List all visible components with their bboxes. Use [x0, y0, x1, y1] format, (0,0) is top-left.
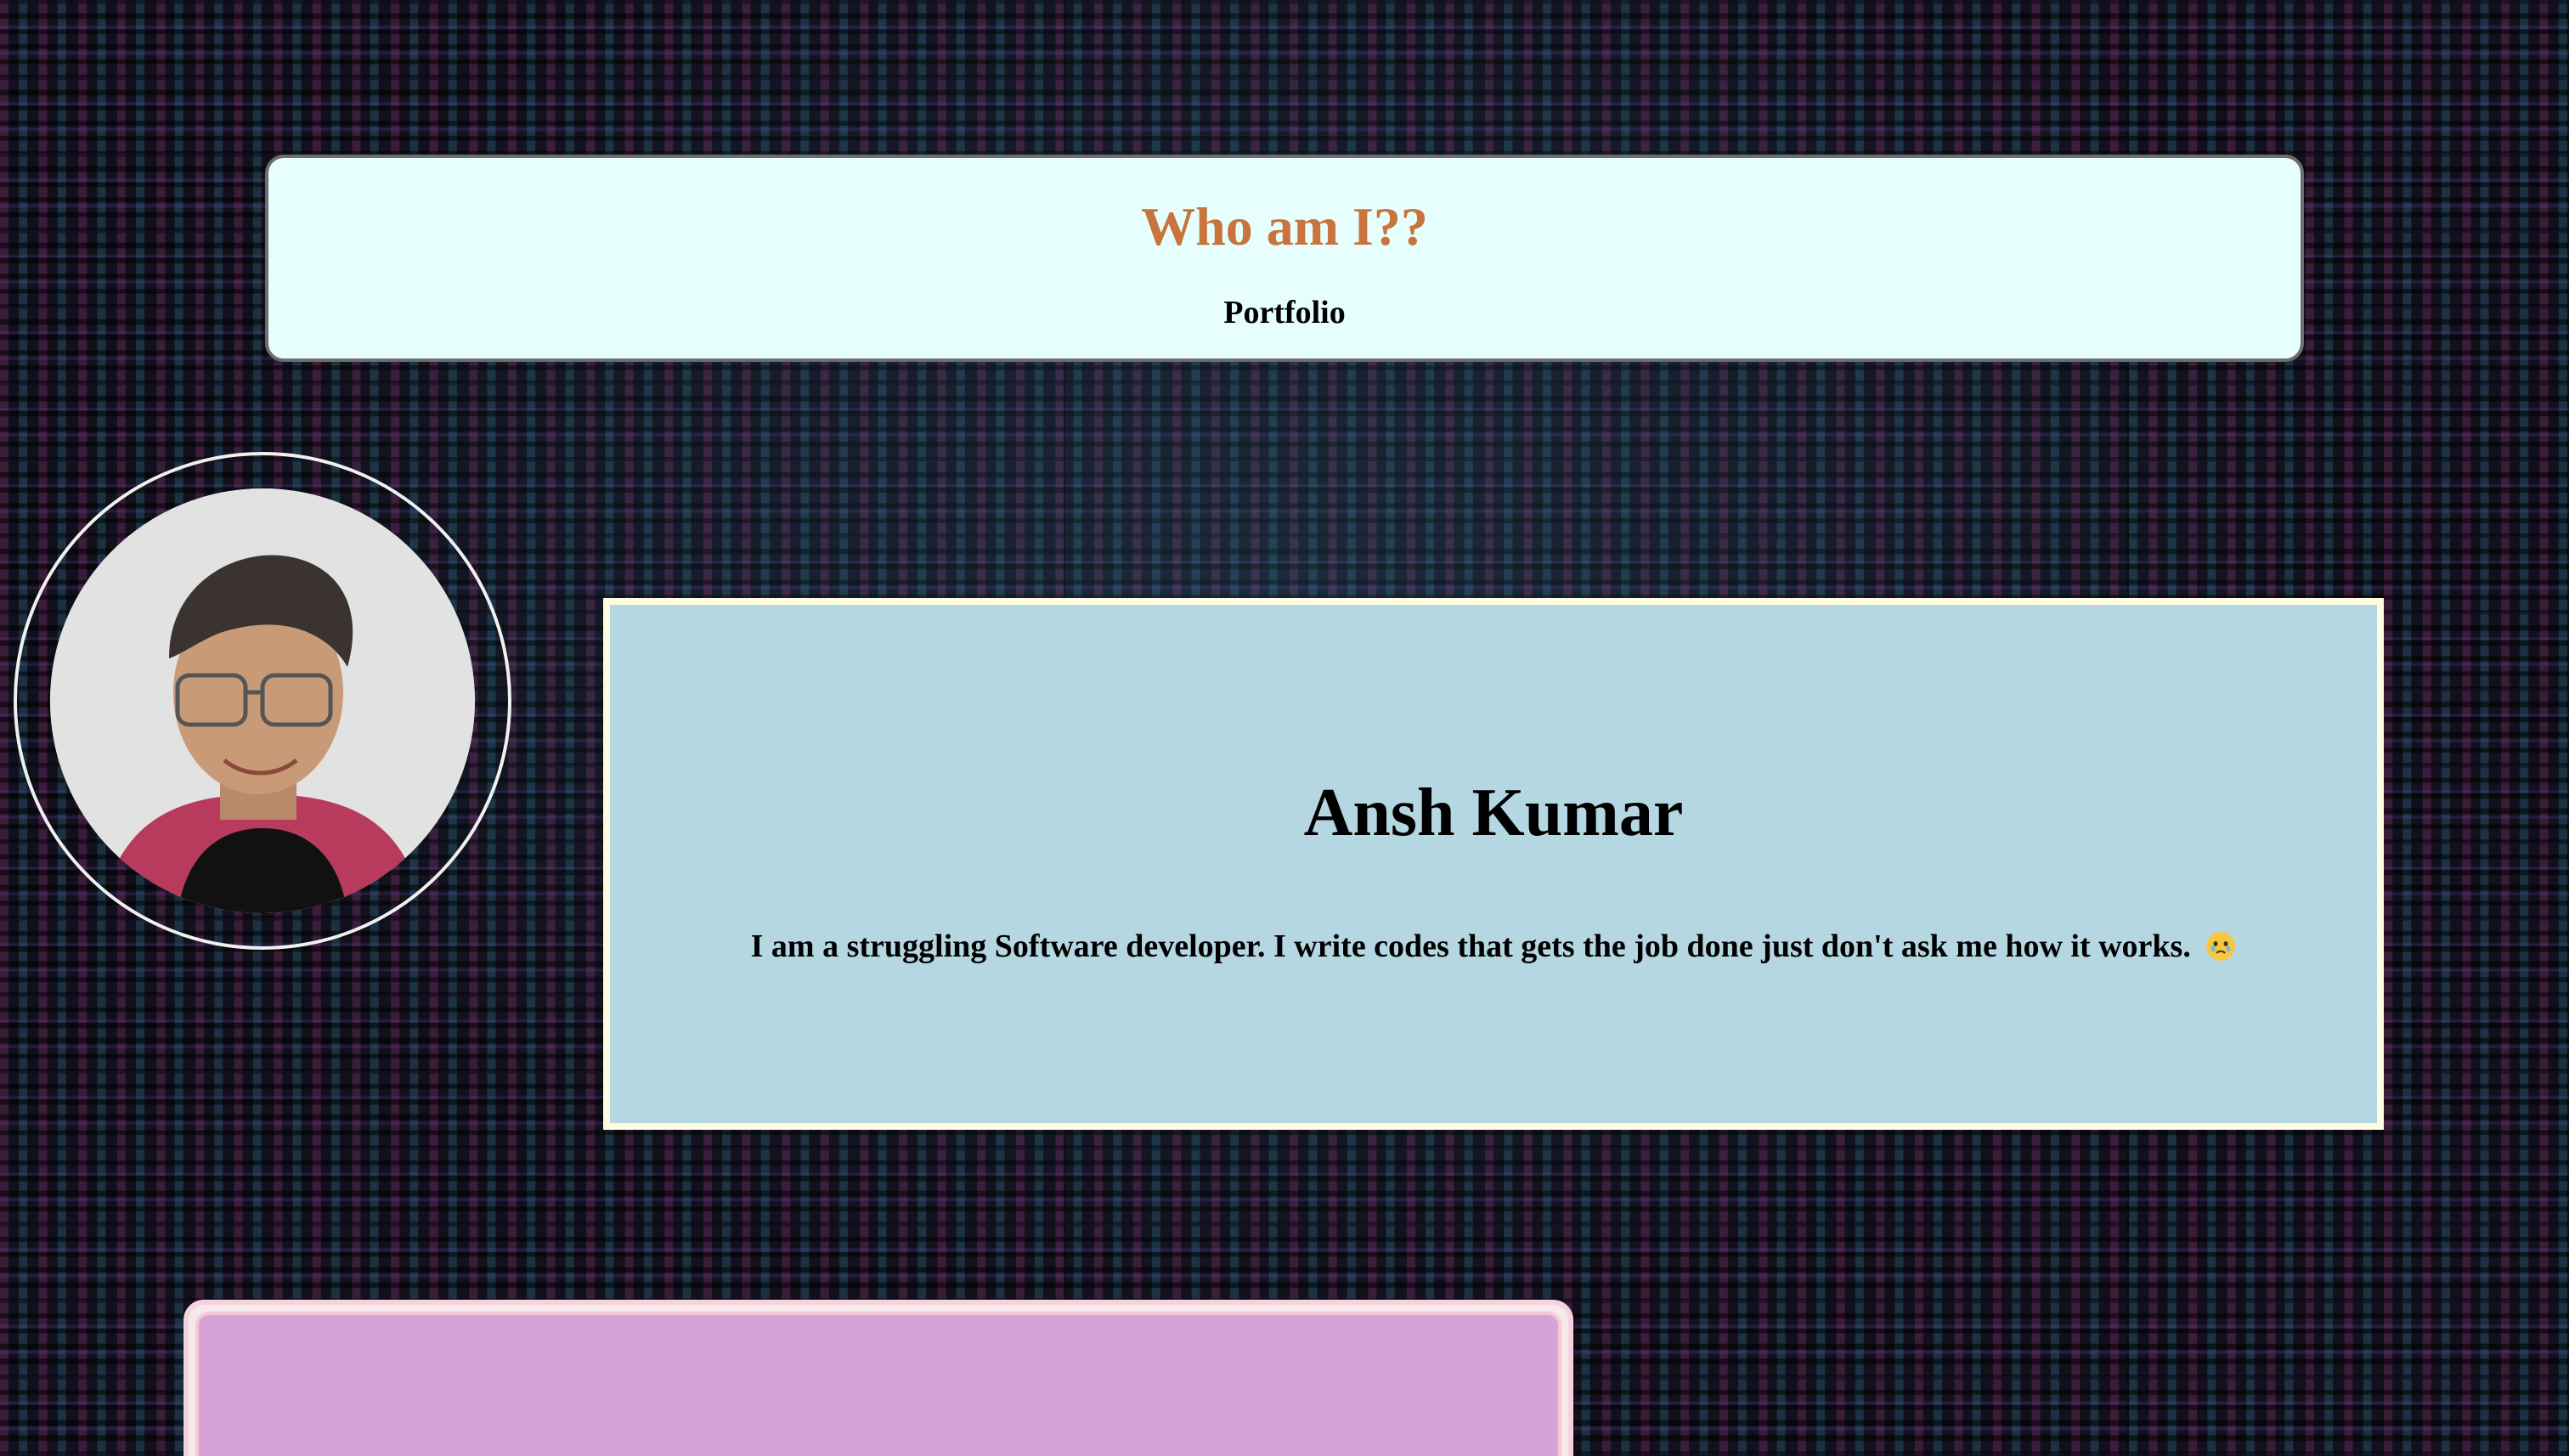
- page-title: Who am I??: [1141, 196, 1428, 257]
- face-holding-back-tears-icon: [2206, 932, 2236, 961]
- page-subtitle: Portfolio: [1223, 295, 1346, 330]
- lower-card-inner: [195, 1312, 1561, 1456]
- header-card: Who am I?? Portfolio: [265, 155, 2304, 362]
- person-photo-icon: [50, 488, 475, 913]
- profile-bio-text: I am a struggling Software developer. I …: [750, 928, 2191, 964]
- lower-card: [184, 1300, 1573, 1456]
- intro-card: Ansh Kumar I am a struggling Software de…: [603, 598, 2384, 1130]
- avatar: [50, 488, 475, 913]
- profile-bio: I am a struggling Software developer. I …: [610, 928, 2377, 965]
- profile-name: Ansh Kumar: [1303, 776, 1684, 850]
